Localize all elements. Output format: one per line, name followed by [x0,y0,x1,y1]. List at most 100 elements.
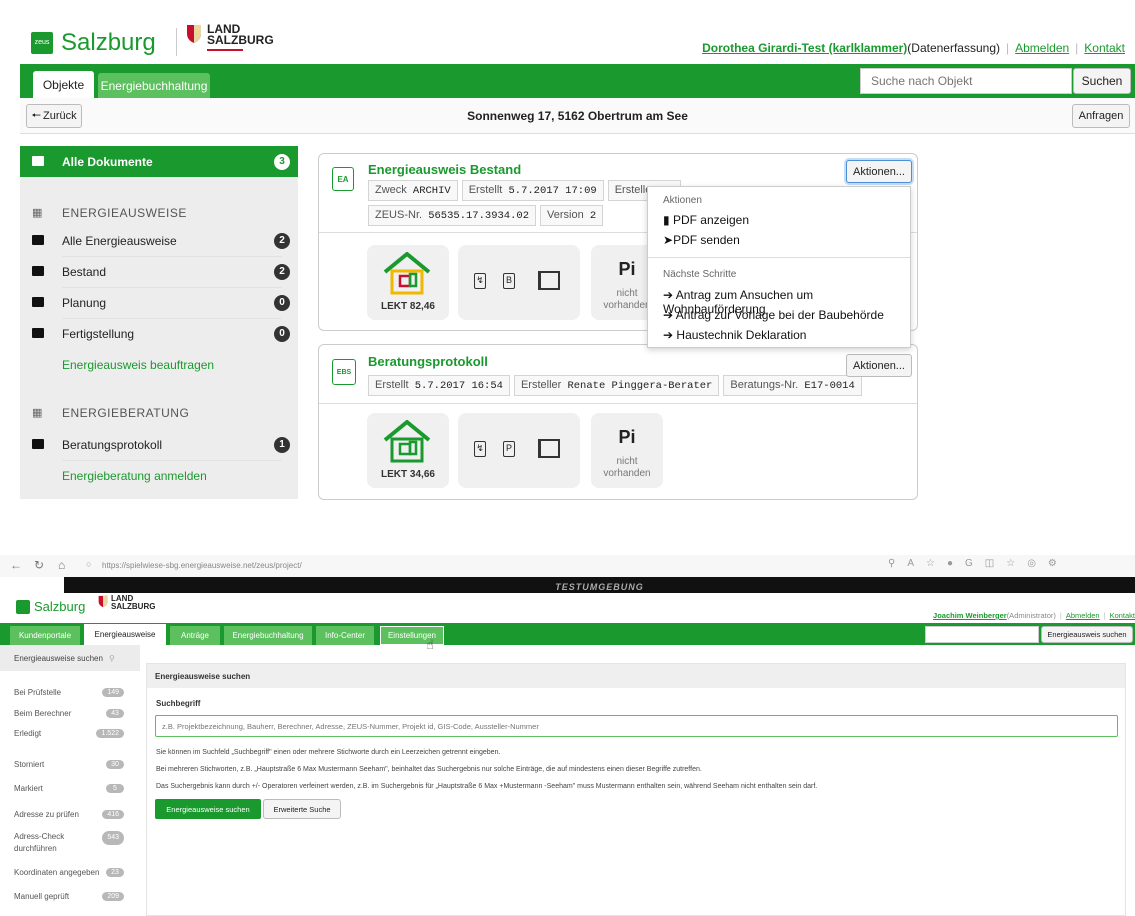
object-search-input[interactable] [860,68,1072,94]
meta-erstellt: Erstellt 5.7.2017 17:09 [461,180,604,201]
search-term-input[interactable] [155,715,1118,737]
sidebar-link-energieberatung-anmelden[interactable]: Energieberatung anmelden [20,460,298,491]
sidebar-title: Energieausweise suchen [14,653,103,663]
meta-label: Version [547,209,584,221]
request-button[interactable]: Anfragen [1072,104,1130,128]
pi-label: Pi [618,427,636,447]
salzburg-logo[interactable]: Salzburg [16,599,85,614]
sidebar-count-badge: 2 [274,263,290,280]
energieausweis-search-button[interactable]: Energieausweis suchen [1041,626,1133,643]
tab-kundenportale[interactable]: Kundenportale [10,626,80,645]
sidebar-item[interactable]: Koordinaten angegeben 23 [14,861,124,883]
search-button-label: Suchen [1081,74,1123,88]
menu-section-header: Aktionen [663,195,702,206]
tab-info-center[interactable]: Info-Center [316,626,374,645]
test-environment-banner: TESTUMGEBUNG [64,577,1135,593]
submit-search-button[interactable]: Energieausweise suchen [155,799,261,819]
extended-search-button[interactable]: Erweiterte Suche [263,799,341,819]
back-icon[interactable]: ← [10,558,22,572]
sidebar-item-label: Beratungsprotokoll [62,437,163,452]
url-bar[interactable]: https://spielwiese-sbg.energieausweise.n… [102,561,302,570]
sidebar-item-bestand[interactable]: Bestand 2 [20,256,298,287]
sidebar-item-all-documents[interactable]: Alle Dokumente 3 [20,146,298,177]
request-button-label: Anfragen [1078,110,1124,122]
logout-link[interactable]: Abmelden [1066,611,1100,620]
menu-item-label: Antrag zur Vorlage bei der Baubehörde [675,308,884,322]
sidebar-item-alle-energieausweise[interactable]: Alle Energieausweise 2 [20,225,298,256]
tab-energieausweise[interactable]: Energieausweise [84,624,166,645]
sidebar-item-label: Markiert [14,783,43,793]
doc-type-badge: EBS [332,359,356,385]
sidebar-count-badge: 5 [106,783,124,793]
sidebar-item-planung[interactable]: Planung 0 [20,287,298,318]
tab-label: Energieausweise [94,630,156,639]
card2-actions-button[interactable]: Aktionen... [846,354,912,377]
coat-of-arms-icon [187,25,201,43]
sidebar-item[interactable]: Storniert 30 [14,753,124,775]
user-name-link[interactable]: Dorothea Girardi-Test (karlklammer) [702,41,907,55]
sidebar-item[interactable]: Adresse zu prüfen 416 [14,803,124,825]
menu-item-label: PDF senden [673,233,740,247]
sidebar-item[interactable]: Beim Berechner 43 [14,702,124,724]
home-icon[interactable]: ⌂ [58,558,65,572]
tab-energiebuchhaltung[interactable]: Energiebuchhaltung [98,73,210,98]
sidebar-item-fertigstellung[interactable]: Fertigstellung 0 [20,318,298,349]
meta-beratungs-nr: Beratungs-Nr. E17-0014 [723,375,862,396]
help-text-1: Sie können im Suchfeld „Suchbegriff" ein… [156,749,501,756]
tab-einstellungen[interactable]: Einstellungen [380,626,444,645]
land-salzburg-logo: LAND SALZBURG [186,23,274,58]
sidebar-count-badge: 1.522 [96,728,124,738]
back-button[interactable]: 🠔 Zurück [26,104,82,128]
banner-text: TESTUMGEBUNG [555,582,644,592]
tab-energiebuchhaltung[interactable]: Energiebuchhaltung [224,626,312,645]
sidebar-item[interactable]: Manuell geprüft 209 [14,885,124,907]
user-bar: Joachim Weinberger (Administrator) | Abm… [933,611,1135,620]
card-title[interactable]: Energieausweis Bestand [368,162,521,177]
submit-search-label: Energieausweise suchen [166,804,250,814]
card1-actions-button[interactable]: Aktionen... [846,160,912,183]
sidebar-item[interactable]: Erledigt 1.522 [14,722,124,744]
sidebar-count-badge: 43 [106,708,124,718]
reload-icon[interactable]: ↻ [34,558,44,572]
arrow-right-icon: ➔ [663,328,674,342]
folder-icon [32,328,44,338]
sidebar-item[interactable]: Markiert 5 [14,777,124,799]
sidebar-item-label: Alle Dokumente [62,154,153,169]
card-title[interactable]: Beratungsprotokoll [368,354,488,369]
sidebar-item-label: Fertigstellung [62,326,135,341]
global-search-input[interactable] [925,626,1039,643]
sidebar-count-badge: 23 [106,867,124,877]
meta-value: E17-0014 [804,380,855,392]
sidebar-item-label: Bei Prüfstelle [14,687,62,697]
user-name-link[interactable]: Joachim Weinberger [933,611,1007,620]
meta-label: Beratungs-Nr. [730,379,799,391]
menu-item-baubehoerde[interactable]: ➔ Antrag zur Vorlage bei der Baubehörde [663,308,884,322]
search-button[interactable]: Suchen [1073,68,1131,94]
menu-item-haustechnik[interactable]: ➔ Haustechnik Deklaration [663,328,806,342]
menu-item-pdf-senden[interactable]: ➤PDF senden [663,233,740,247]
land-underline [207,49,243,51]
search-sidebar-header[interactable]: Energieausweise suchen ⚲ [0,645,140,671]
user-role: (Administrator) [1006,611,1056,620]
pi-status-line1: nicht [616,456,638,467]
sidebar-link-energieausweis-beauftragen[interactable]: Energieausweis beauftragen [20,349,298,380]
sidebar-item[interactable]: Bei Prüfstelle 149 [14,681,124,703]
sidebar-item-label: Koordinaten angegeben [14,867,100,877]
contact-link[interactable]: Kontakt [1110,611,1135,620]
sidebar-item[interactable]: Adress-Check durchführen 543 [14,827,124,859]
house-energy-icon [383,252,431,295]
sidebar-item-beratungsprotokoll[interactable]: Beratungsprotokoll 1 [20,429,298,460]
sidebar-item-label: Manuell geprüft [14,891,70,901]
sidebar-count-badge: 1 [274,436,290,453]
menu-item-label: PDF anzeigen [672,213,749,227]
card-meta-row2: ZEUS-Nr. 56535.17.3934.02 Version 2 [368,205,607,226]
tab-antraege[interactable]: Anträge [170,626,220,645]
salzburg-logo[interactable]: zeus Salzburg [31,28,156,58]
contact-link[interactable]: Kontakt [1084,41,1125,55]
tab-objekte[interactable]: Objekte [33,71,94,98]
logout-link[interactable]: Abmelden [1015,41,1069,55]
sidebar-item-label: Adress-Check durchführen [14,832,65,853]
pi-tile: Pi nicht vorhanden [591,413,663,488]
land-line2: SALZBURG [111,602,156,611]
menu-item-pdf-anzeigen[interactable]: ▮ PDF anzeigen [663,213,749,227]
